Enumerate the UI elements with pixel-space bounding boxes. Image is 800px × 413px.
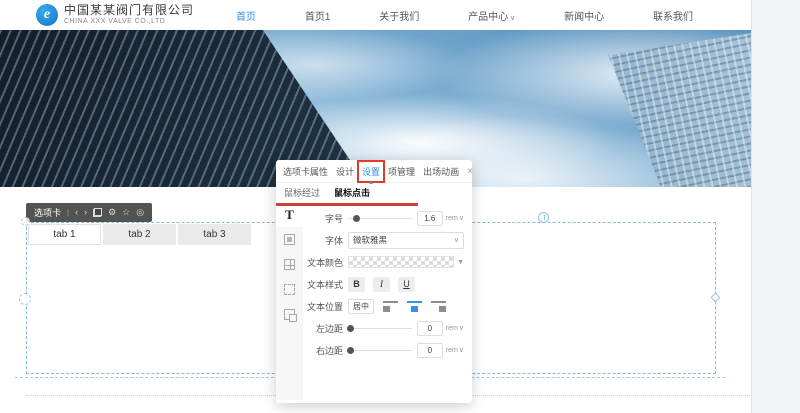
margin-right-unit-select[interactable]: rem∨ [446, 346, 464, 354]
font-size-row: 字号 1.6 rem∨ [303, 207, 464, 229]
text-color-row: 文本颜色 ▼ [303, 251, 464, 273]
nav-item-home[interactable]: 首页 [236, 8, 256, 23]
text-position-value[interactable]: 居中 [348, 299, 374, 314]
active-tab-pointer-icon: ▲ [368, 180, 374, 186]
site-header: e 中国某某阀门有限公司 CHINA XXX VALVE CO.,LTD 首页 … [0, 0, 751, 30]
nav-item-products[interactable]: 产品中心∨ [468, 8, 515, 23]
company-name-cn: 中国某某阀门有限公司 [64, 4, 194, 18]
font-size-unit-select[interactable]: rem∨ [446, 214, 464, 222]
subtab-mouse-click[interactable]: 鼠标点击 [334, 186, 370, 199]
panel-form: 字号 1.6 rem∨ 字体 微软雅黑∨ 文本颜色 ▼ 文本样式 B [303, 202, 472, 400]
underline-button[interactable]: U [398, 277, 415, 292]
subtab-mouse-over[interactable]: 鼠标经过 [284, 186, 320, 199]
chevron-down-icon: ∨ [459, 346, 464, 354]
border-icon[interactable] [276, 252, 303, 277]
text-style-row: 文本样式 B I U [303, 273, 464, 295]
nav-item-about[interactable]: 关于我们 [379, 8, 419, 23]
text-color-swatch[interactable] [348, 256, 454, 268]
font-size-slider[interactable] [348, 218, 412, 219]
settings-panel-subtabs: 鼠标经过 鼠标点击 [276, 183, 472, 202]
tab-3[interactable]: tab 3 [178, 224, 251, 245]
next-arrow-icon[interactable]: › [84, 208, 87, 217]
margin-left-unit-select[interactable]: rem∨ [446, 324, 464, 332]
annotation-underline [276, 203, 418, 206]
panel-tab-entrance-animation[interactable]: 出场动画 [423, 165, 459, 178]
star-icon[interactable]: ☆ [122, 208, 130, 217]
nav-item-home1[interactable]: 首页1 [305, 8, 331, 23]
slider-knob[interactable] [347, 325, 354, 332]
align-center-icon[interactable] [407, 300, 422, 313]
align-right-icon[interactable] [431, 300, 446, 313]
font-family-row: 字体 微软雅黑∨ [303, 229, 464, 251]
settings-panel-tabs: 选项卡属性 设计 设置▲ 项管理 出场动画 × [276, 160, 472, 183]
tab-1[interactable]: tab 1 [28, 224, 101, 245]
panel-side-icons: T [276, 202, 303, 400]
margin-right-input[interactable]: 0 [417, 343, 443, 358]
slider-knob[interactable] [347, 347, 354, 354]
nav-item-contact[interactable]: 联系我们 [653, 8, 693, 23]
prev-arrow-icon[interactable]: ‹ [75, 208, 78, 217]
panel-tab-item-management[interactable]: 项管理 [388, 165, 415, 178]
align-left-icon[interactable] [383, 300, 398, 313]
logo-icon: e [36, 4, 58, 26]
bold-button[interactable]: B [348, 277, 365, 292]
element-toolbar: 选项卡 | ‹ › ⚙ ☆ ◎ [26, 203, 152, 222]
main-nav: 首页 首页1 关于我们 产品中心∨ 新闻中心 联系我们 [236, 8, 693, 23]
spacing-icon[interactable] [276, 277, 303, 302]
text-position-row: 文本位置 居中 [303, 295, 464, 317]
chevron-down-icon: ∨ [454, 236, 459, 244]
close-icon[interactable]: × [467, 166, 473, 177]
font-family-select[interactable]: 微软雅黑∨ [348, 232, 464, 249]
element-toolbar-title: 选项卡 [34, 206, 61, 219]
resize-handle-left[interactable] [19, 293, 31, 305]
chevron-down-icon: ∨ [510, 15, 515, 22]
editor-side-strip [751, 0, 800, 413]
tab-2[interactable]: tab 2 [103, 224, 176, 245]
background-icon[interactable] [276, 227, 303, 252]
resize-handle-top-left[interactable] [21, 217, 30, 226]
chevron-down-icon[interactable]: ▼ [457, 259, 464, 266]
nav-item-news[interactable]: 新闻中心 [564, 8, 604, 23]
font-size-input[interactable]: 1.6 [417, 211, 443, 226]
copy-icon[interactable] [93, 208, 102, 217]
chevron-down-icon: ∨ [459, 324, 464, 332]
panel-tab-settings[interactable]: 设置▲ [362, 165, 380, 178]
slider-knob[interactable] [353, 215, 360, 222]
margin-left-slider[interactable] [348, 328, 412, 329]
company-name-en: CHINA XXX VALVE CO.,LTD [64, 18, 194, 26]
margin-left-row: 左边距 0 rem∨ [303, 317, 464, 339]
margin-right-slider[interactable] [348, 350, 412, 351]
panel-tab-design[interactable]: 设计 [336, 165, 354, 178]
visibility-icon[interactable]: ◎ [136, 208, 144, 217]
corner-icon[interactable] [276, 302, 303, 327]
divider: | [67, 208, 69, 217]
gear-icon[interactable]: ⚙ [108, 208, 116, 217]
site-logo[interactable]: e 中国某某阀门有限公司 CHINA XXX VALVE CO.,LTD [36, 4, 194, 26]
margin-left-input[interactable]: 0 [417, 321, 443, 336]
panel-tab-properties[interactable]: 选项卡属性 [283, 165, 328, 178]
settings-panel: 选项卡属性 设计 设置▲ 项管理 出场动画 × 鼠标经过 鼠标点击 T 字号 [276, 160, 472, 403]
drag-handle-top-center[interactable] [538, 212, 549, 223]
chevron-down-icon: ∨ [459, 214, 464, 222]
editor-canvas: e 中国某某阀门有限公司 CHINA XXX VALVE CO.,LTD 首页 … [0, 0, 800, 413]
italic-button[interactable]: I [373, 277, 390, 292]
margin-right-row: 右边距 0 rem∨ [303, 339, 464, 361]
